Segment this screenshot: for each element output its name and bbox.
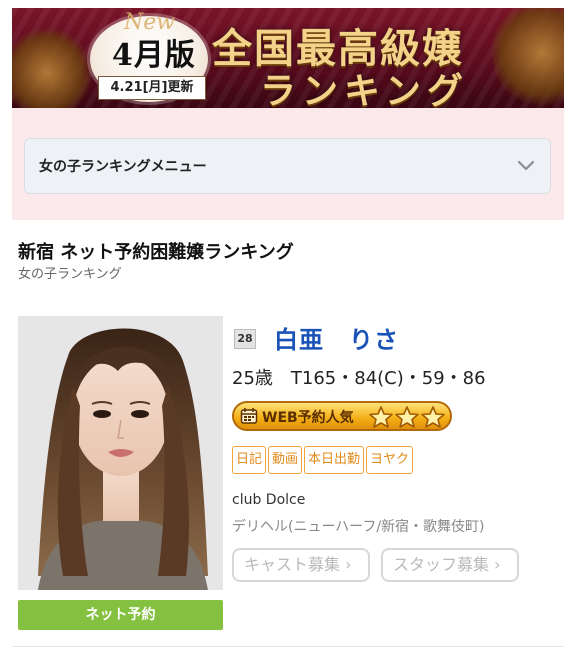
star-icon (395, 406, 419, 428)
cast-recruit-label: キャスト募集 (244, 555, 341, 574)
club-genre: デリヘル(ニューハーフ/新宿・歌舞伎町) (232, 519, 485, 535)
net-reserve-button[interactable]: ネット予約 (18, 600, 223, 630)
web-popularity-label: WEB予約人気 (262, 410, 354, 426)
girl-name-link[interactable]: 白亜 りさ (274, 320, 399, 355)
chevron-down-icon (517, 160, 535, 171)
bottom-divider (12, 646, 564, 647)
ranking-menu-dropdown[interactable]: 女の子ランキングメニュー (24, 138, 551, 194)
web-popularity-badge: WEB予約人気 (232, 401, 452, 431)
feature-tags: 日記 動画 本日出勤 ヨヤク (232, 446, 415, 474)
star-icon (369, 406, 393, 428)
banner-title-line2: ランキング (260, 70, 469, 108)
star-icon (421, 406, 445, 428)
tag-reservation[interactable]: ヨヤク (366, 446, 414, 474)
girl-stats: 25歳 T165・84(C)・59・86 (232, 368, 486, 389)
calendar-icon (240, 408, 258, 424)
staff-recruit-label: スタッフ募集 (393, 555, 490, 574)
staff-recruit-button[interactable]: スタッフ募集 › (381, 548, 519, 582)
tag-video[interactable]: 動画 (268, 446, 303, 474)
portrait-image (18, 316, 223, 590)
ranking-menu-label: 女の子ランキングメニュー (39, 159, 207, 175)
cast-recruit-button[interactable]: キャスト募集 › (232, 548, 370, 582)
banner-update-date: 4.21[月]更新 (98, 76, 206, 100)
section-divider (12, 208, 564, 220)
popularity-stars (369, 406, 445, 428)
page-subtitle: 女の子ランキング (18, 267, 122, 282)
club-name-link[interactable]: club Dolce (232, 492, 305, 508)
tag-working-today[interactable]: 本日出勤 (304, 446, 365, 474)
banner-month-label: 4月版 (112, 38, 196, 73)
ranking-banner[interactable]: New 4月版 4.21[月]更新 全国最高級嬢 ランキング (12, 8, 564, 108)
ranking-menu-section: 女の子ランキングメニュー (12, 108, 564, 208)
chevron-right-icon: › (345, 555, 352, 574)
page-title: 新宿 ネット予約困難嬢ランキング (18, 242, 294, 263)
rank-number-badge: 28 (234, 329, 256, 349)
girl-photo[interactable] (18, 316, 223, 590)
chevron-right-icon: › (494, 555, 501, 574)
tag-diary[interactable]: 日記 (232, 446, 267, 474)
